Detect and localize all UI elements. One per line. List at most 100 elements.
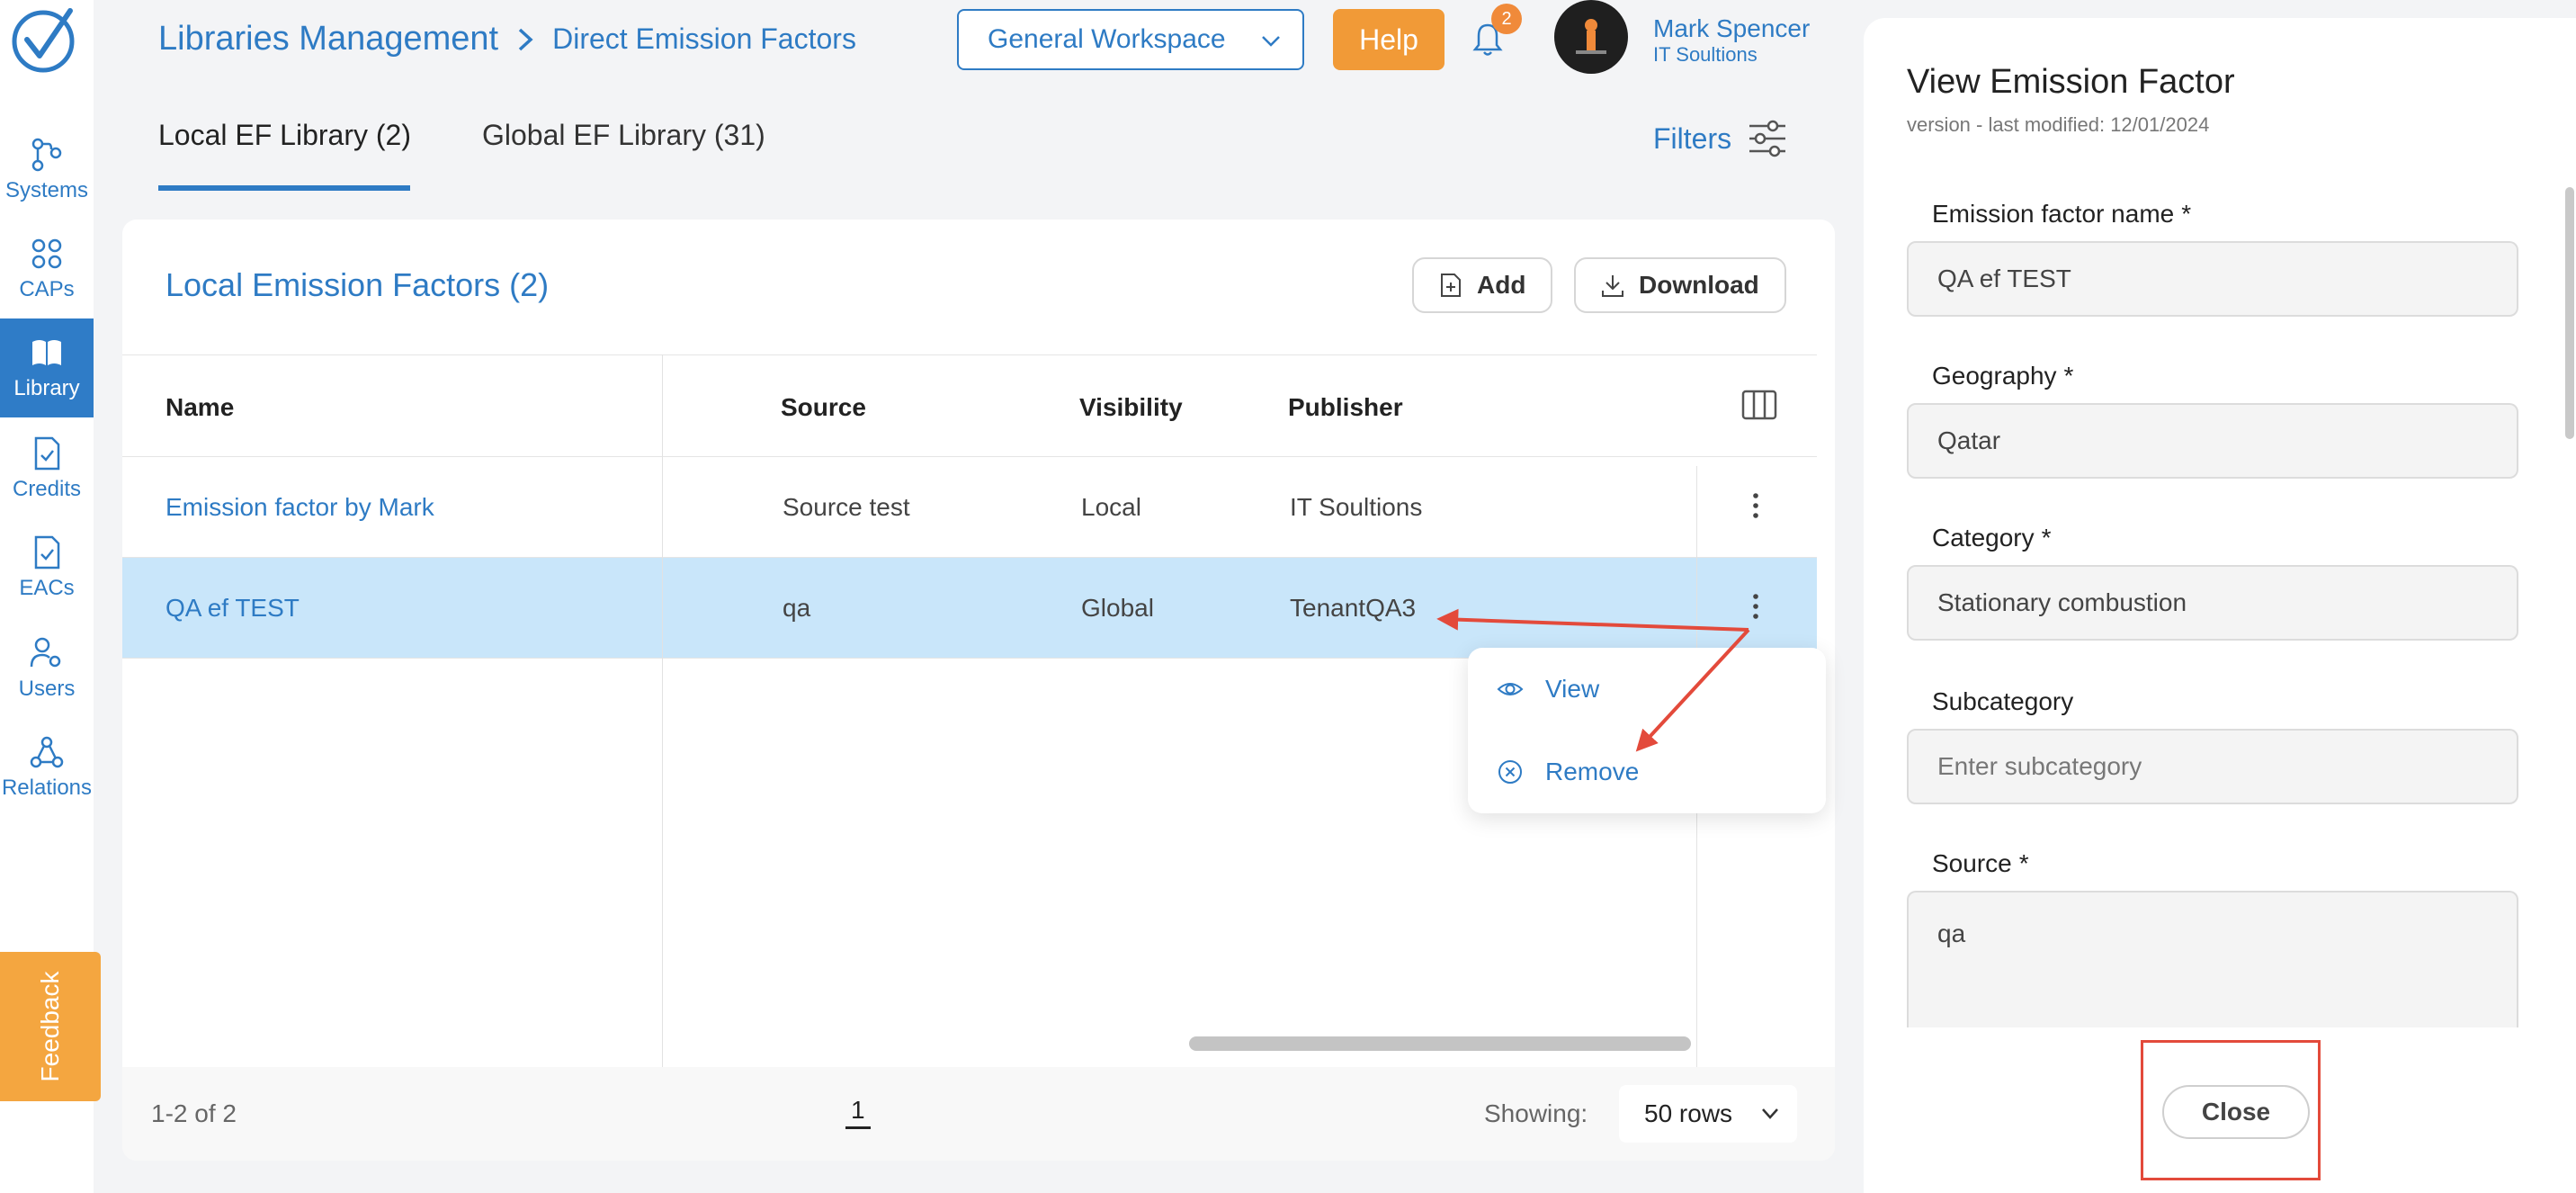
notification-badge: 2: [1491, 4, 1522, 34]
close-button[interactable]: Close: [2162, 1085, 2310, 1139]
rows-per-page-select[interactable]: 50 rows: [1619, 1085, 1797, 1143]
rows-per-page-value: 50 rows: [1644, 1099, 1733, 1127]
filters-button[interactable]: Filters: [1653, 119, 1789, 158]
breadcrumb: Libraries Management Direct Emission Fac…: [158, 20, 856, 58]
row-source: qa: [783, 594, 811, 622]
kebab-menu-icon[interactable]: [1749, 489, 1763, 522]
panel-scrollbar[interactable]: [2565, 187, 2574, 439]
nav-label: Relations: [1, 776, 93, 800]
nav-label: CAPs: [19, 277, 75, 301]
nav-item-credits[interactable]: Credits: [0, 419, 94, 518]
app-logo-icon[interactable]: [7, 4, 79, 76]
sliders-icon: [1749, 120, 1786, 157]
menu-item-view[interactable]: View: [1497, 675, 1599, 704]
field-label-subcategory: Subcategory: [1932, 687, 2074, 715]
grid-icon: [31, 238, 62, 269]
file-plus-icon: [1441, 274, 1461, 297]
subcategory-field[interactable]: Enter subcategory: [1907, 729, 2518, 804]
field-label-category: Category *: [1932, 524, 2052, 552]
column-divider: [662, 354, 663, 1161]
chevron-right-icon: [518, 28, 533, 50]
horizontal-scrollbar[interactable]: [1189, 1036, 1691, 1051]
company-logo-icon: [1576, 19, 1606, 54]
workspace-select[interactable]: General Workspace: [957, 9, 1304, 70]
table-row[interactable]: Emission factor by Mark Source test Loca…: [122, 457, 1817, 558]
table-title: Local Emission Factors (2): [165, 266, 550, 303]
view-emission-factor-panel: View Emission Factor version - last modi…: [1864, 18, 2576, 1193]
remove-circle-icon: [1498, 760, 1522, 784]
row-publisher: IT Soultions: [1290, 493, 1423, 521]
row-actions-menu: View Remove: [1468, 648, 1826, 813]
nav-label: Library: [13, 376, 80, 400]
panel-subtitle: version - last modified: 12/01/2024: [1907, 113, 2210, 136]
table-header: Name Source Visibility Publisher: [122, 354, 1817, 457]
chevron-down-icon: [1762, 1108, 1778, 1119]
systems-icon: [31, 138, 62, 172]
user-organization: IT Soultions: [1653, 43, 1758, 66]
showing-label: Showing:: [1484, 1099, 1588, 1127]
menu-item-remove[interactable]: Remove: [1497, 758, 1639, 786]
field-label-source: Source *: [1932, 849, 2029, 877]
row-name-link[interactable]: Emission factor by Mark: [165, 493, 434, 522]
column-header-visibility[interactable]: Visibility: [1079, 393, 1183, 422]
breadcrumb-libraries-management[interactable]: Libraries Management: [158, 20, 498, 58]
table-row-selected[interactable]: QA ef TEST qa Global TenantQA3: [122, 558, 1817, 659]
active-tab-indicator: [158, 185, 410, 191]
eye-icon: [1497, 683, 1524, 695]
help-button[interactable]: Help: [1333, 9, 1445, 70]
download-button[interactable]: Download: [1574, 257, 1786, 313]
table-footer: 1-2 of 2 1 Showing: 50 rows: [122, 1067, 1835, 1161]
add-label: Add: [1477, 271, 1526, 299]
column-header-name[interactable]: Name: [165, 393, 234, 422]
book-icon: [32, 340, 61, 365]
pagination-range: 1-2 of 2: [151, 1099, 237, 1127]
document-check-icon: [34, 535, 60, 570]
source-field[interactable]: qa: [1907, 891, 2518, 1035]
workspace-value: General Workspace: [988, 24, 1226, 54]
field-label-geography: Geography *: [1932, 362, 2074, 390]
nav-label: EACs: [19, 576, 75, 600]
tab-global-ef-library[interactable]: Global EF Library (31): [482, 119, 765, 152]
emission-factor-name-field[interactable]: QA ef TEST: [1907, 241, 2518, 317]
kebab-menu-icon[interactable]: [1749, 590, 1763, 623]
relations-icon: [30, 736, 64, 768]
nav-label: Systems: [4, 178, 88, 202]
nav-item-caps[interactable]: CAPs: [0, 220, 94, 318]
breadcrumb-direct-emission-factors: Direct Emission Factors: [552, 22, 856, 55]
chevron-down-icon: [1262, 36, 1280, 47]
row-source: Source test: [783, 493, 910, 521]
filters-label: Filters: [1653, 121, 1732, 155]
add-button[interactable]: Add: [1412, 257, 1553, 313]
row-name-link[interactable]: QA ef TEST: [165, 594, 300, 623]
row-publisher: TenantQA3: [1290, 594, 1417, 622]
tab-local-ef-library[interactable]: Local EF Library (2): [158, 119, 411, 152]
columns-icon[interactable]: [1741, 390, 1777, 420]
nav-item-eacs[interactable]: EACs: [0, 518, 94, 617]
menu-item-label: Remove: [1545, 758, 1640, 785]
nav-item-library[interactable]: Library: [0, 318, 94, 417]
row-visibility: Local: [1081, 493, 1141, 521]
column-header-publisher[interactable]: Publisher: [1288, 393, 1403, 422]
panel-title: View Emission Factor: [1907, 63, 2235, 101]
row-visibility: Global: [1081, 594, 1154, 622]
nav-item-systems[interactable]: Systems: [0, 121, 94, 220]
nav-item-relations[interactable]: Relations: [0, 718, 94, 817]
nav-label: Users: [18, 677, 76, 701]
menu-item-label: View: [1545, 675, 1600, 703]
download-label: Download: [1639, 271, 1759, 299]
feedback-label: Feedback: [36, 971, 64, 1082]
user-gear-icon: [30, 637, 61, 668]
feedback-button[interactable]: Feedback: [0, 952, 101, 1101]
field-label-emission-factor-name: Emission factor name *: [1932, 200, 2192, 228]
column-divider: [1696, 466, 1697, 1161]
avatar[interactable]: [1554, 0, 1628, 74]
user-name[interactable]: Mark Spencer: [1653, 14, 1810, 43]
geography-field[interactable]: Qatar: [1907, 403, 2518, 479]
column-header-source[interactable]: Source: [781, 393, 866, 422]
nav-item-users[interactable]: Users: [0, 619, 94, 718]
category-field[interactable]: Stationary combustion: [1907, 565, 2518, 641]
document-check-icon: [34, 436, 60, 471]
pagination-page-1[interactable]: 1: [845, 1096, 871, 1129]
download-icon: [1602, 275, 1623, 297]
nav-label: Credits: [12, 477, 82, 501]
